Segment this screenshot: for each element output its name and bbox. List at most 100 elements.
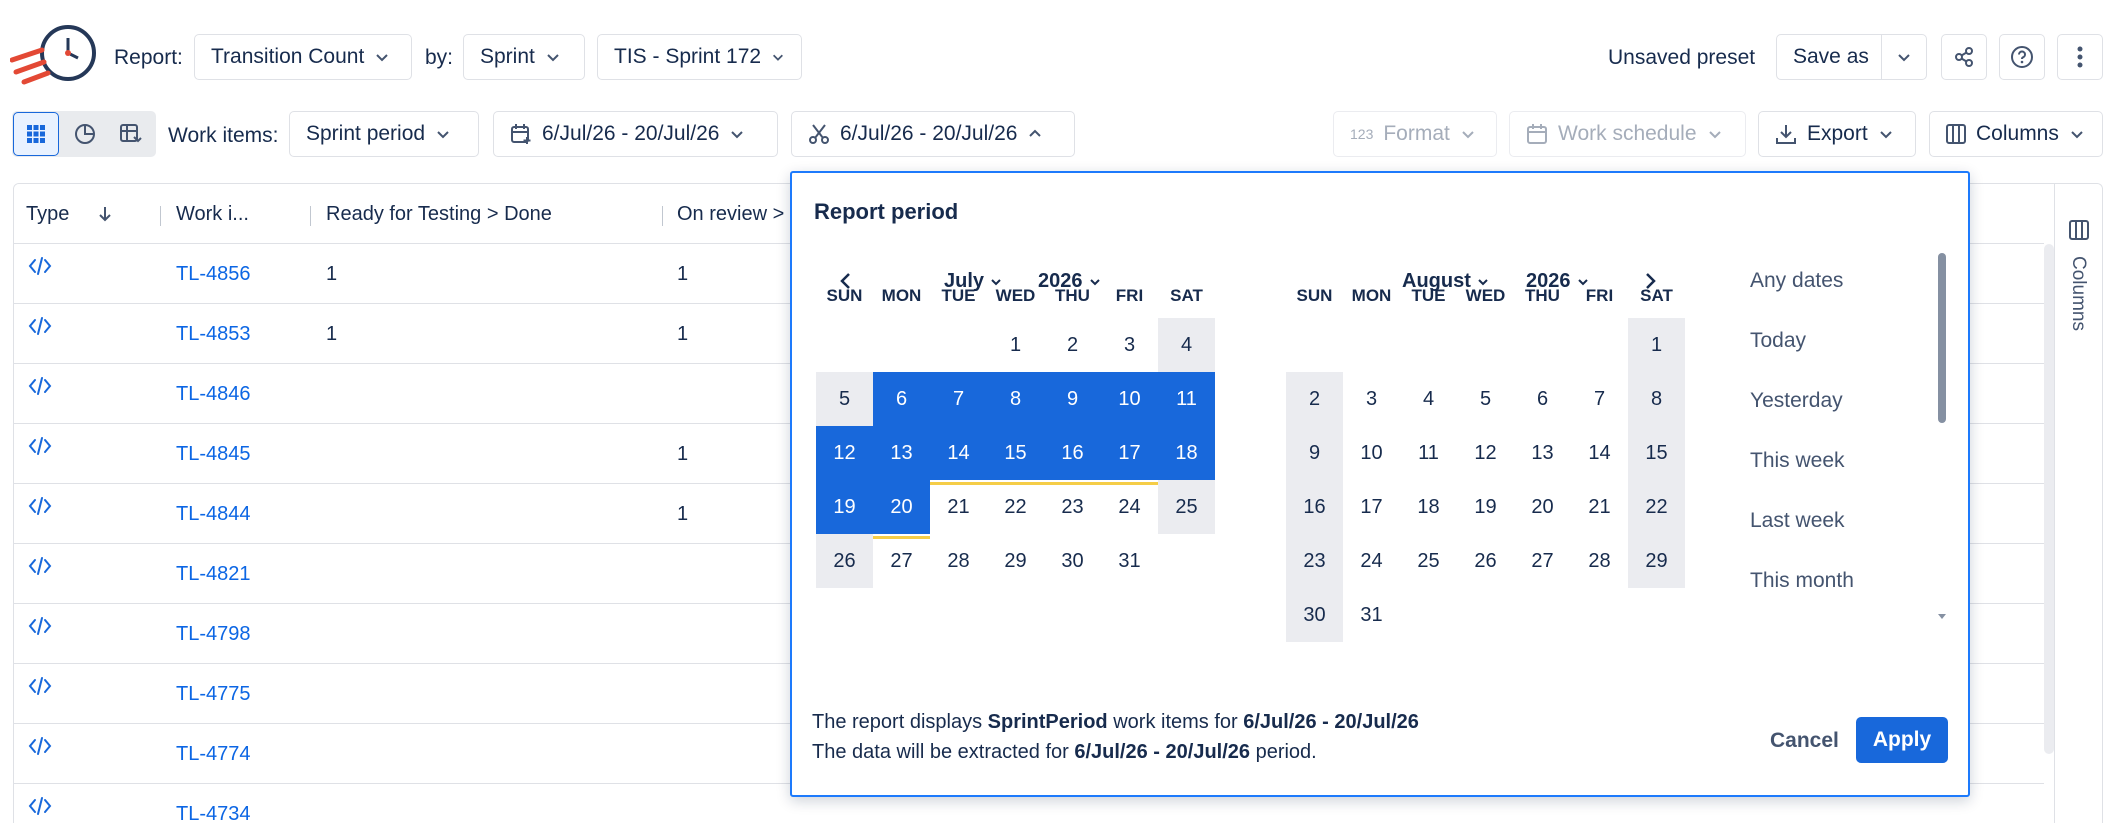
quick-range-option[interactable]: This week xyxy=(1750,449,1845,473)
quick-range-option[interactable]: This month xyxy=(1750,569,1854,593)
calendar-day[interactable]: 1 xyxy=(987,318,1044,372)
work-item-link[interactable]: TL-4845 xyxy=(176,424,251,484)
calendar-day[interactable]: 21 xyxy=(930,480,987,534)
report-period-select[interactable]: 6/Jul/26 - 20/Jul/26 xyxy=(791,111,1075,157)
pivot-view-button[interactable] xyxy=(108,112,154,156)
calendar-day[interactable]: 29 xyxy=(987,534,1044,588)
calendar-day[interactable]: 15 xyxy=(1628,426,1685,480)
calendar-day[interactable]: 24 xyxy=(1101,480,1158,534)
save-as-button[interactable]: Save as xyxy=(1776,34,1882,80)
calendar-day[interactable]: 20 xyxy=(873,480,930,539)
calendar-day[interactable]: 10 xyxy=(1343,426,1400,480)
calendar-day[interactable]: 14 xyxy=(1571,426,1628,480)
work-item-link[interactable]: TL-4798 xyxy=(176,604,251,664)
calendar-day[interactable]: 31 xyxy=(1101,534,1158,588)
calendar-day[interactable]: 23 xyxy=(1044,480,1101,534)
work-item-link[interactable]: TL-4846 xyxy=(176,364,251,424)
work-item-link[interactable]: TL-4844 xyxy=(176,484,251,544)
calendar-day[interactable]: 19 xyxy=(816,480,873,539)
column-separator[interactable] xyxy=(310,206,311,226)
column-separator[interactable] xyxy=(160,206,161,226)
calendar-day[interactable]: 12 xyxy=(1457,426,1514,480)
work-item-link[interactable]: TL-4774 xyxy=(176,724,251,784)
calendar-day[interactable]: 9 xyxy=(1044,372,1101,431)
calendar-day[interactable]: 6 xyxy=(873,372,930,431)
more-options-button[interactable] xyxy=(2057,34,2103,80)
calendar-day[interactable]: 20 xyxy=(1514,480,1571,534)
calendar-day[interactable]: 22 xyxy=(987,480,1044,534)
calendar-day[interactable]: 9 xyxy=(1286,426,1343,480)
quick-range-option[interactable]: Any dates xyxy=(1750,269,1843,293)
calendar-day[interactable]: 3 xyxy=(1343,372,1400,426)
calendar-day[interactable]: 22 xyxy=(1628,480,1685,534)
calendar-day[interactable]: 21 xyxy=(1571,480,1628,534)
calendar-day[interactable]: 8 xyxy=(1628,372,1685,426)
column-header-work-item[interactable]: Work i... xyxy=(176,184,249,244)
calendar-day[interactable]: 16 xyxy=(1044,426,1101,485)
calendar-day[interactable]: 28 xyxy=(930,534,987,588)
calendar-day[interactable]: 7 xyxy=(930,372,987,431)
calendar-day[interactable]: 26 xyxy=(1457,534,1514,588)
calendar-day[interactable]: 27 xyxy=(1514,534,1571,588)
calendar-day[interactable]: 26 xyxy=(816,534,873,588)
calendar-day[interactable]: 6 xyxy=(1514,372,1571,426)
work-schedule-button[interactable]: Work schedule xyxy=(1509,111,1746,157)
calendar-day[interactable]: 29 xyxy=(1628,534,1685,588)
work-item-link[interactable]: TL-4856 xyxy=(176,244,251,304)
work-item-link[interactable]: TL-4821 xyxy=(176,544,251,604)
quick-range-option[interactable]: Yesterday xyxy=(1750,389,1843,413)
calendar-day[interactable]: 5 xyxy=(816,372,873,426)
calendar-day[interactable]: 17 xyxy=(1343,480,1400,534)
report-type-select[interactable]: Transition Count xyxy=(194,34,412,80)
sprint-select[interactable]: TIS - Sprint 172 xyxy=(597,34,802,80)
export-button[interactable]: Export xyxy=(1758,111,1916,157)
column-header-type[interactable]: Type xyxy=(26,184,113,244)
calendar-day[interactable]: 11 xyxy=(1158,372,1215,431)
save-options-button[interactable] xyxy=(1881,34,1927,80)
calendar-day[interactable]: 25 xyxy=(1158,480,1215,534)
work-item-link[interactable]: TL-4853 xyxy=(176,304,251,364)
help-button[interactable] xyxy=(1999,34,2045,80)
columns-button[interactable]: Columns xyxy=(1929,111,2103,157)
calendar-day[interactable]: 16 xyxy=(1286,480,1343,534)
columns-side-panel[interactable]: Columns xyxy=(2054,184,2102,823)
calendar-day[interactable]: 17 xyxy=(1101,426,1158,485)
work-item-link[interactable]: TL-4734 xyxy=(176,784,251,823)
quick-range-scrollbar[interactable] xyxy=(1938,253,1946,423)
work-items-select[interactable]: Sprint period xyxy=(289,111,479,157)
calendar-day[interactable]: 5 xyxy=(1457,372,1514,426)
calendar-day[interactable]: 10 xyxy=(1101,372,1158,431)
calendar-day[interactable]: 25 xyxy=(1400,534,1457,588)
calendar-day[interactable]: 8 xyxy=(987,372,1044,431)
cancel-button[interactable]: Cancel xyxy=(1770,729,1839,753)
chart-view-button[interactable] xyxy=(62,112,108,156)
calendar-day[interactable]: 30 xyxy=(1044,534,1101,588)
calendar-day[interactable]: 13 xyxy=(1514,426,1571,480)
format-button[interactable]: 123 Format xyxy=(1333,111,1497,157)
column-header-on-review[interactable]: On review > xyxy=(677,184,784,244)
calendar-day[interactable]: 31 xyxy=(1343,588,1400,642)
calendar-day[interactable]: 11 xyxy=(1400,426,1457,480)
work-items-date-select[interactable]: 6/Jul/26 - 20/Jul/26 xyxy=(493,111,778,157)
calendar-day[interactable]: 13 xyxy=(873,426,930,485)
calendar-day[interactable]: 2 xyxy=(1286,372,1343,426)
calendar-day[interactable]: 3 xyxy=(1101,318,1158,372)
calendar-day[interactable]: 28 xyxy=(1571,534,1628,588)
calendar-day[interactable]: 14 xyxy=(930,426,987,485)
apply-button[interactable]: Apply xyxy=(1856,717,1948,763)
work-item-link[interactable]: TL-4775 xyxy=(176,664,251,724)
calendar-day[interactable]: 24 xyxy=(1343,534,1400,588)
calendar-day[interactable]: 30 xyxy=(1286,588,1343,642)
table-scrollbar[interactable] xyxy=(2044,244,2054,754)
calendar-day[interactable]: 2 xyxy=(1044,318,1101,372)
calendar-day[interactable]: 27 xyxy=(873,534,930,588)
calendar-day[interactable]: 4 xyxy=(1158,318,1215,372)
calendar-day[interactable]: 1 xyxy=(1628,318,1685,372)
calendar-day[interactable]: 18 xyxy=(1400,480,1457,534)
scroll-down-icon[interactable] xyxy=(1937,613,1947,621)
calendar-day[interactable]: 19 xyxy=(1457,480,1514,534)
share-button[interactable] xyxy=(1941,34,1987,80)
column-separator[interactable] xyxy=(662,206,663,226)
group-by-select[interactable]: Sprint xyxy=(463,34,585,80)
quick-range-option[interactable]: Last week xyxy=(1750,509,1845,533)
